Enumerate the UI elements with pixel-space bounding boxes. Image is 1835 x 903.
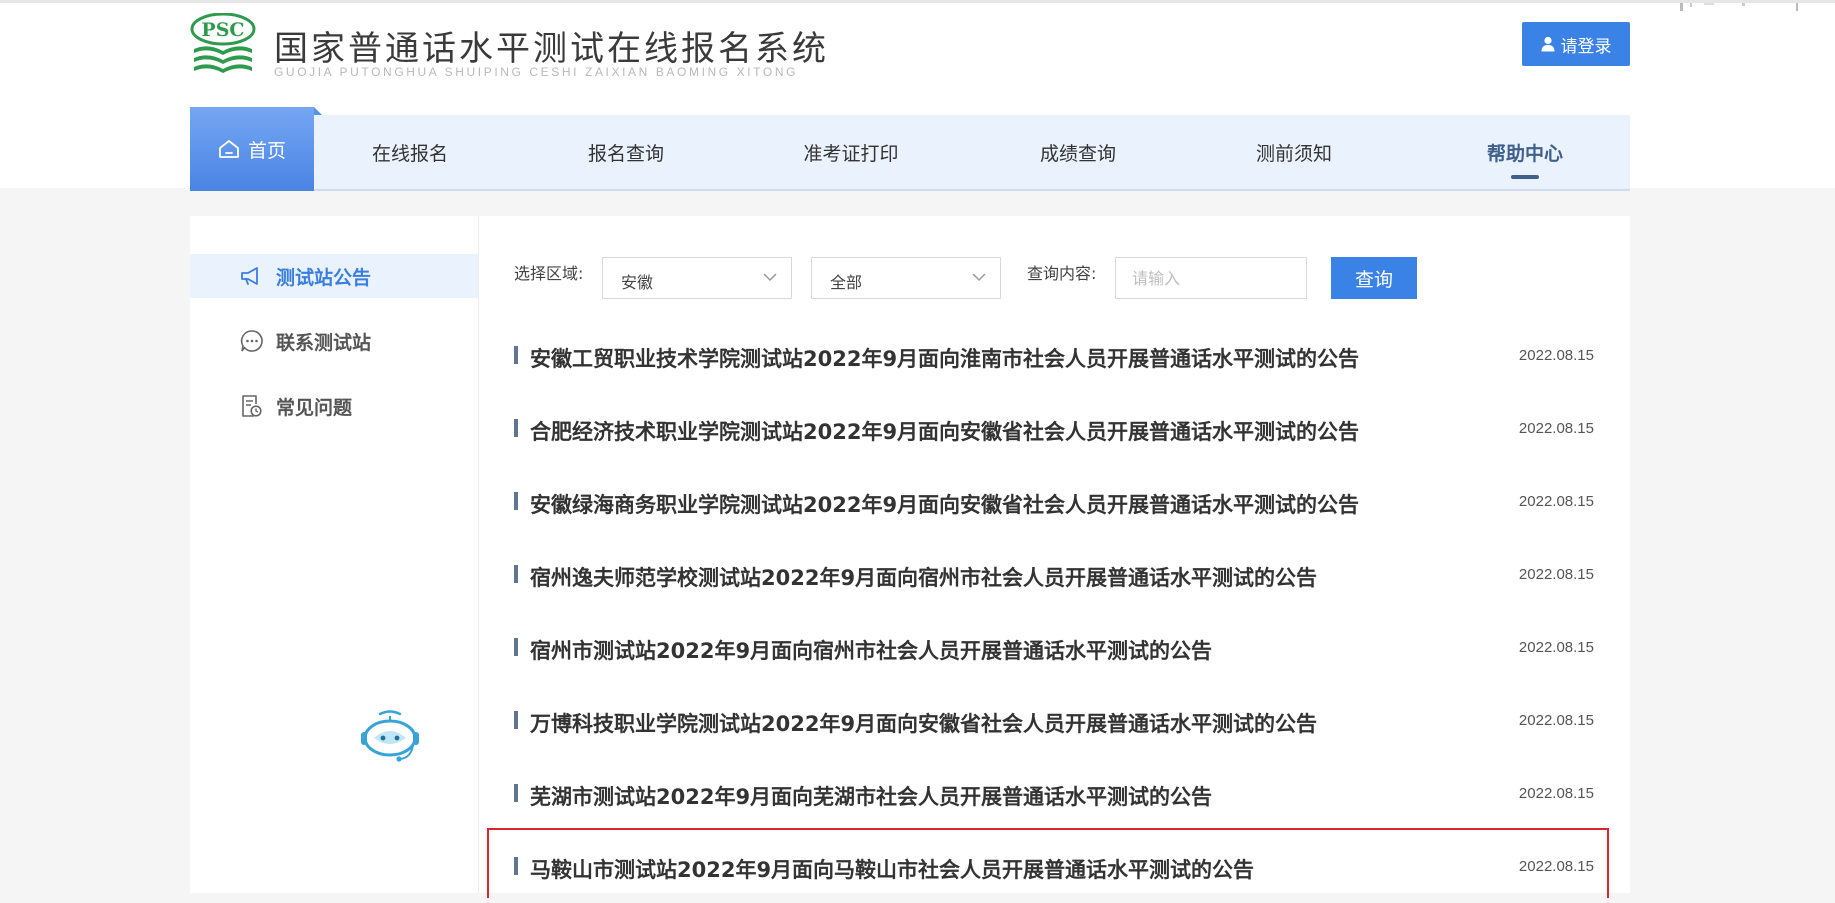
nav-home-tab-corner [314, 107, 322, 115]
list-item-date: 2022.08.15 [1518, 420, 1594, 437]
sidebar-item-station-notices[interactable]: 测试站公告 [190, 254, 478, 298]
city-select-value: 全部 [830, 273, 863, 292]
list-item-date: 2022.08.15 [1518, 785, 1594, 802]
list-item-marker [514, 346, 518, 364]
list-item-marker [514, 419, 518, 437]
list-item-date: 2022.08.15 [1518, 347, 1594, 364]
nav-label: 报名查询 [587, 142, 664, 165]
nav-label: 成绩查询 [1039, 142, 1116, 165]
nav-label: 准考证打印 [803, 142, 899, 165]
sidebar-item-contact-station[interactable]: 联系测试站 [190, 319, 478, 363]
header: PSC 国家普通话水平测试在线报名系统 GUOJIA PUTONGHUA SHU… [0, 0, 1835, 191]
nav-home-label: 首页 [247, 139, 286, 162]
list-item-marker [514, 784, 518, 802]
list-item[interactable]: 芜湖市测试站2022年9月面向芜湖市社会人员开展普通话水平测试的公告 2022.… [514, 757, 1594, 830]
list-item-marker [514, 857, 518, 875]
list-item-marker [514, 565, 518, 583]
psc-logo-icon: PSC [190, 13, 256, 73]
list-item[interactable]: 宿州市测试站2022年9月面向宿州市社会人员开展普通话水平测试的公告 2022.… [514, 611, 1594, 684]
nav-registration-query[interactable]: 报名查询 [566, 115, 686, 189]
chevron-down-icon [972, 273, 986, 282]
list-item[interactable]: 安徽工贸职业技术学院测试站2022年9月面向淮南市社会人员开展普通话水平测试的公… [514, 319, 1594, 392]
nav-active-indicator [1511, 175, 1539, 179]
nav-pretest-notice[interactable]: 测前须知 [1234, 115, 1354, 189]
main-nav: 首页 在线报名 报名查询 准考证打印 成绩查询 测前须知 帮助中心 [190, 107, 1630, 191]
login-label: 请登录 [1560, 36, 1612, 57]
document-clock-icon [242, 395, 262, 417]
chevron-down-icon [763, 273, 777, 282]
province-select[interactable]: 安徽 [602, 257, 792, 299]
nav-help-center[interactable]: 帮助中心 [1460, 115, 1590, 189]
list-item-marker [514, 638, 518, 656]
list-item-title: 合肥经济技术职业学院测试站2022年9月面向安徽省社会人员开展普通话水平测试的公… [530, 420, 1360, 444]
list-item-title: 芜湖市测试站2022年9月面向芜湖市社会人员开展普通话水平测试的公告 [530, 785, 1213, 809]
site-title: 国家普通话水平测试在线报名系统 [274, 29, 829, 69]
sidebar-item-faq[interactable]: 常见问题 [190, 384, 478, 428]
nav-label: 测前须知 [1255, 142, 1332, 165]
query-button[interactable]: 查询 [1331, 257, 1417, 299]
nav-home[interactable]: 首页 [190, 107, 314, 191]
list-item-marker [514, 711, 518, 729]
nav-online-registration[interactable]: 在线报名 [350, 115, 470, 189]
main-panel: 测试站公告 联系测试站 常见问题 选择区域: 安徽 全部 查询内容: 请输入 查… [190, 216, 1630, 898]
list-item[interactable]: 宿州逸夫师范学校测试站2022年9月面向宿州市社会人员开展普通话水平测试的公告 … [514, 538, 1594, 611]
nav-label: 在线报名 [371, 142, 448, 165]
chat-bubble-icon [240, 330, 263, 352]
search-input[interactable] [1115, 257, 1307, 299]
province-select-value: 安徽 [621, 273, 654, 292]
list-item-date: 2022.08.15 [1518, 566, 1594, 583]
list-item-title: 宿州逸夫师范学校测试站2022年9月面向宿州市社会人员开展普通话水平测试的公告 [530, 566, 1318, 590]
query-label: 查询内容: [1027, 264, 1097, 283]
list-item-date: 2022.08.15 [1518, 712, 1594, 729]
list-item-date: 2022.08.15 [1518, 639, 1594, 656]
megaphone-icon [241, 267, 258, 285]
nav-label: 帮助中心 [1486, 142, 1563, 165]
list-item-date: 2022.08.15 [1518, 858, 1594, 875]
region-label: 选择区域: [514, 264, 584, 283]
home-icon [219, 140, 239, 158]
sidebar-item-label: 联系测试站 [276, 331, 372, 354]
site-logo[interactable]: PSC 国家普通话水平测试在线报名系统 GUOJIA PUTONGHUA SHU… [190, 13, 830, 79]
list-item-marker [514, 492, 518, 510]
list-item-title: 马鞍山市测试站2022年9月面向马鞍山市社会人员开展普通话水平测试的公告 [530, 858, 1255, 882]
list-item-title: 万博科技职业学院测试站2022年9月面向安徽省社会人员开展普通话水平测试的公告 [530, 712, 1318, 736]
sidebar: 测试站公告 联系测试站 常见问题 [190, 216, 479, 893]
city-select[interactable]: 全部 [811, 257, 1001, 299]
login-button[interactable]: 请登录 [1522, 22, 1630, 66]
nav-score-query[interactable]: 成绩查询 [1018, 115, 1138, 189]
robot-assistant-icon[interactable] [358, 708, 422, 764]
list-item[interactable]: 万博科技职业学院测试站2022年9月面向安徽省社会人员开展普通话水平测试的公告 … [514, 684, 1594, 757]
list-item-date: 2022.08.15 [1518, 493, 1594, 510]
list-item-title: 宿州市测试站2022年9月面向宿州市社会人员开展普通话水平测试的公告 [530, 639, 1213, 663]
logo-badge-text: PSC [201, 19, 244, 41]
list-item[interactable]: 合肥经济技术职业学院测试站2022年9月面向安徽省社会人员开展普通话水平测试的公… [514, 392, 1594, 465]
content-area: 选择区域: 安徽 全部 查询内容: 查询 安徽工贸职业技术学院测试站2022年9… [478, 216, 1630, 893]
site-subtitle: GUOJIA PUTONGHUA SHUIPING CESHI ZAIXIAN … [274, 65, 799, 79]
list-item-title: 安徽绿海商务职业学院测试站2022年9月面向安徽省社会人员开展普通话水平测试的公… [530, 493, 1360, 517]
list-item-title: 安徽工贸职业技术学院测试站2022年9月面向淮南市社会人员开展普通话水平测试的公… [530, 347, 1360, 371]
nav-admission-ticket[interactable]: 准考证打印 [786, 115, 916, 189]
list-item[interactable]: 安徽绿海商务职业学院测试站2022年9月面向安徽省社会人员开展普通话水平测试的公… [514, 465, 1594, 538]
sidebar-item-label: 常见问题 [276, 396, 353, 419]
user-icon [1541, 36, 1554, 52]
corner-decoration [1680, 3, 1798, 11]
sidebar-item-label: 测试站公告 [276, 266, 372, 289]
list-item[interactable]: 马鞍山市测试站2022年9月面向马鞍山市社会人员开展普通话水平测试的公告 202… [514, 830, 1594, 903]
